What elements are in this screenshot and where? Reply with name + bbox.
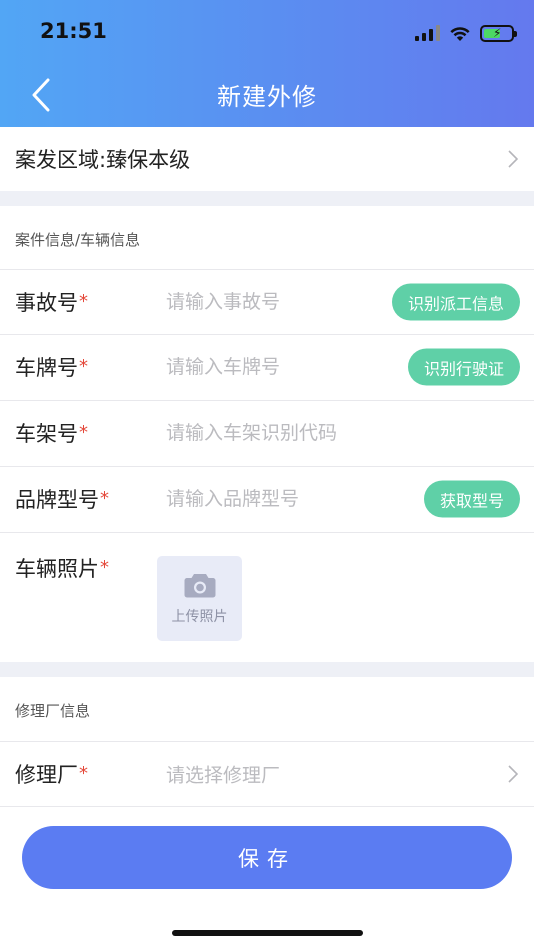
chevron-right-icon — [508, 765, 518, 783]
upload-photo-label: 上传照片 — [171, 608, 228, 625]
brand-model-row: 品牌型号* 获取型号 — [0, 466, 534, 531]
brand-model-input[interactable] — [166, 488, 396, 510]
section-title-case: 案件信息/车辆信息 — [15, 231, 141, 249]
camera-icon — [184, 573, 215, 597]
section-divider — [0, 662, 534, 677]
wifi-icon — [450, 26, 470, 41]
save-button[interactable]: 保存 — [22, 826, 512, 889]
vin-label: 车架号* — [15, 422, 88, 446]
bottom-divider — [0, 806, 534, 807]
home-indicator — [172, 930, 363, 936]
status-time: 21:51 — [40, 19, 107, 43]
brand-model-label: 品牌型号* — [15, 488, 109, 512]
battery-icon: ⚡ — [480, 24, 517, 42]
repair-shop-select[interactable]: 请选择修理厂 — [166, 761, 280, 788]
signal-icon — [415, 25, 440, 41]
upload-photo-button[interactable]: 上传照片 — [157, 556, 242, 641]
chevron-right-icon — [508, 150, 518, 168]
vehicle-photo-row: 车辆照片* 上传照片 — [0, 532, 534, 662]
plate-no-row: 车牌号* 识别行驶证 — [0, 334, 534, 399]
vin-input[interactable] — [166, 422, 466, 444]
accident-no-label: 事故号* — [15, 291, 88, 315]
vin-row: 车架号* — [0, 400, 534, 465]
repair-shop-label: 修理厂* — [15, 763, 88, 787]
plate-no-label: 车牌号* — [15, 356, 88, 380]
get-model-button[interactable]: 获取型号 — [423, 480, 520, 518]
repair-shop-row[interactable]: 修理厂* 请选择修理厂 — [0, 741, 534, 806]
plate-no-input[interactable] — [166, 356, 396, 378]
region-row[interactable]: 案发区域:臻保本级 — [0, 127, 534, 191]
accident-no-row: 事故号* 识别派工信息 — [0, 269, 534, 334]
region-label: 案发区域:臻保本级 — [15, 148, 191, 172]
status-icons: ⚡ — [415, 22, 517, 44]
header: 21:51 ⚡ 新建外修 — [0, 0, 534, 127]
accident-no-input[interactable] — [166, 291, 396, 313]
page-title: 新建外修 — [217, 83, 317, 111]
recognize-license-button[interactable]: 识别行驶证 — [407, 348, 520, 386]
recognize-dispatch-button[interactable]: 识别派工信息 — [391, 283, 520, 321]
vehicle-photo-label: 车辆照片* — [15, 557, 109, 581]
section-title-repair: 修理厂信息 — [15, 702, 91, 720]
section-divider — [0, 191, 534, 206]
status-bar: 21:51 ⚡ — [0, 0, 534, 64]
